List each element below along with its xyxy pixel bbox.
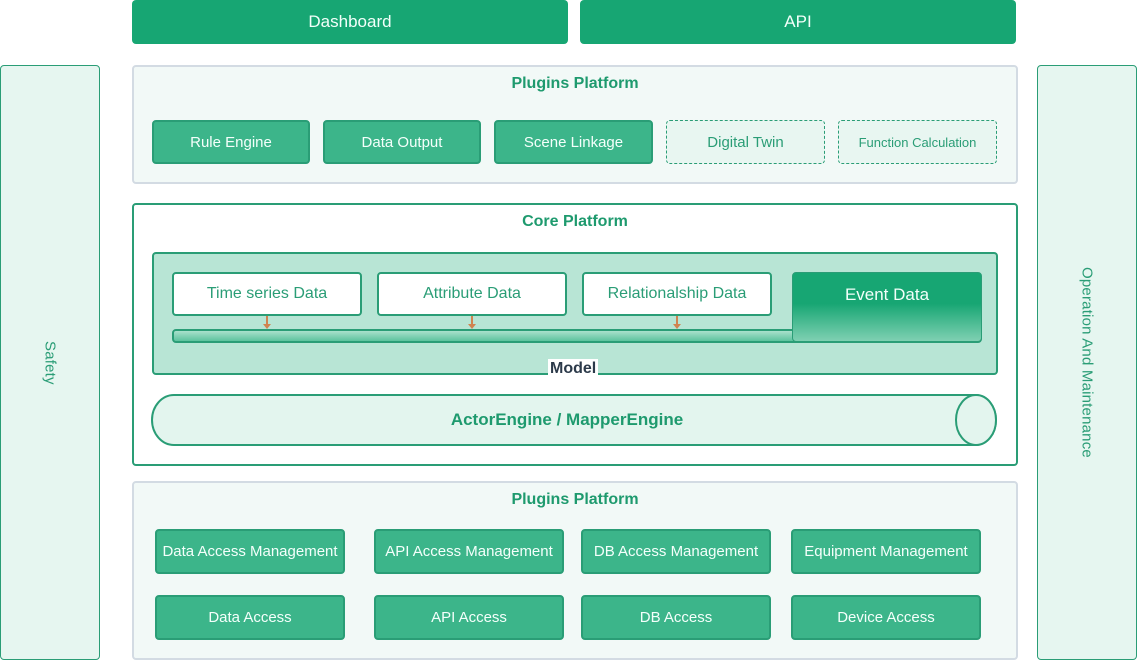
relationship-data-box[interactable]: Relationalship Data [582, 272, 772, 316]
time-series-data-box[interactable]: Time series Data [172, 272, 362, 316]
relationship-data-label: Relationalship Data [607, 285, 747, 302]
db-access-management-label: DB Access Management [593, 543, 759, 560]
core-platform-title: Core Platform [522, 213, 628, 230]
event-data-label: Event Data [844, 285, 930, 304]
time-series-arrow-icon [263, 316, 271, 329]
api-access-label: API Access [431, 609, 507, 626]
db-access-label: DB Access [639, 609, 713, 626]
dashboard-label: Dashboard [308, 12, 392, 31]
function-calculation-button[interactable]: Function Calculation [838, 120, 997, 164]
db-access-management-button[interactable]: DB Access Management [581, 529, 771, 574]
plugins-platform-bottom-title: Plugins Platform [511, 491, 639, 508]
data-output-label: Data Output [361, 133, 443, 151]
data-access-label: Data Access [208, 609, 292, 626]
safety-column[interactable]: Safety [0, 65, 100, 660]
scene-linkage-button[interactable]: Scene Linkage [494, 120, 653, 164]
data-access-button[interactable]: Data Access [155, 595, 345, 640]
scene-linkage-label: Scene Linkage [523, 133, 624, 151]
operation-maintenance-label: Operation And Maintenance [1078, 267, 1096, 458]
api-access-management-button[interactable]: API Access Management [374, 529, 564, 574]
model-label: Model [548, 359, 599, 379]
attribute-data-label: Attribute Data [423, 285, 521, 302]
api-button[interactable]: API [580, 0, 1016, 44]
relationship-arrow-icon [673, 316, 681, 329]
api-label: API [784, 12, 812, 31]
plugins-platform-top-title: Plugins Platform [511, 75, 639, 92]
data-access-management-label: Data Access Management [162, 543, 338, 560]
data-output-button[interactable]: Data Output [323, 120, 481, 164]
api-access-button[interactable]: API Access [374, 595, 564, 640]
digital-twin-button[interactable]: Digital Twin [666, 120, 825, 164]
rule-engine-label: Rule Engine [190, 133, 272, 151]
digital-twin-label: Digital Twin [707, 133, 784, 151]
attribute-arrow-icon [468, 316, 476, 329]
db-access-button[interactable]: DB Access [581, 595, 771, 640]
device-access-button[interactable]: Device Access [791, 595, 981, 640]
safety-label: Safety [41, 340, 59, 385]
engine-label: ActorEngine / MapperEngine [450, 410, 684, 429]
function-calculation-label: Function Calculation [858, 134, 977, 150]
time-series-data-label: Time series Data [206, 285, 328, 302]
equipment-management-button[interactable]: Equipment Management [791, 529, 981, 574]
event-data-box[interactable]: Event Data [792, 272, 982, 342]
data-access-management-button[interactable]: Data Access Management [155, 529, 345, 574]
attribute-data-box[interactable]: Attribute Data [377, 272, 567, 316]
rule-engine-button[interactable]: Rule Engine [152, 120, 310, 164]
operation-maintenance-column[interactable]: Operation And Maintenance [1037, 65, 1137, 660]
equipment-management-label: Equipment Management [804, 543, 968, 560]
device-access-label: Device Access [837, 609, 935, 626]
api-access-management-label: API Access Management [385, 543, 553, 560]
dashboard-button[interactable]: Dashboard [132, 0, 568, 44]
